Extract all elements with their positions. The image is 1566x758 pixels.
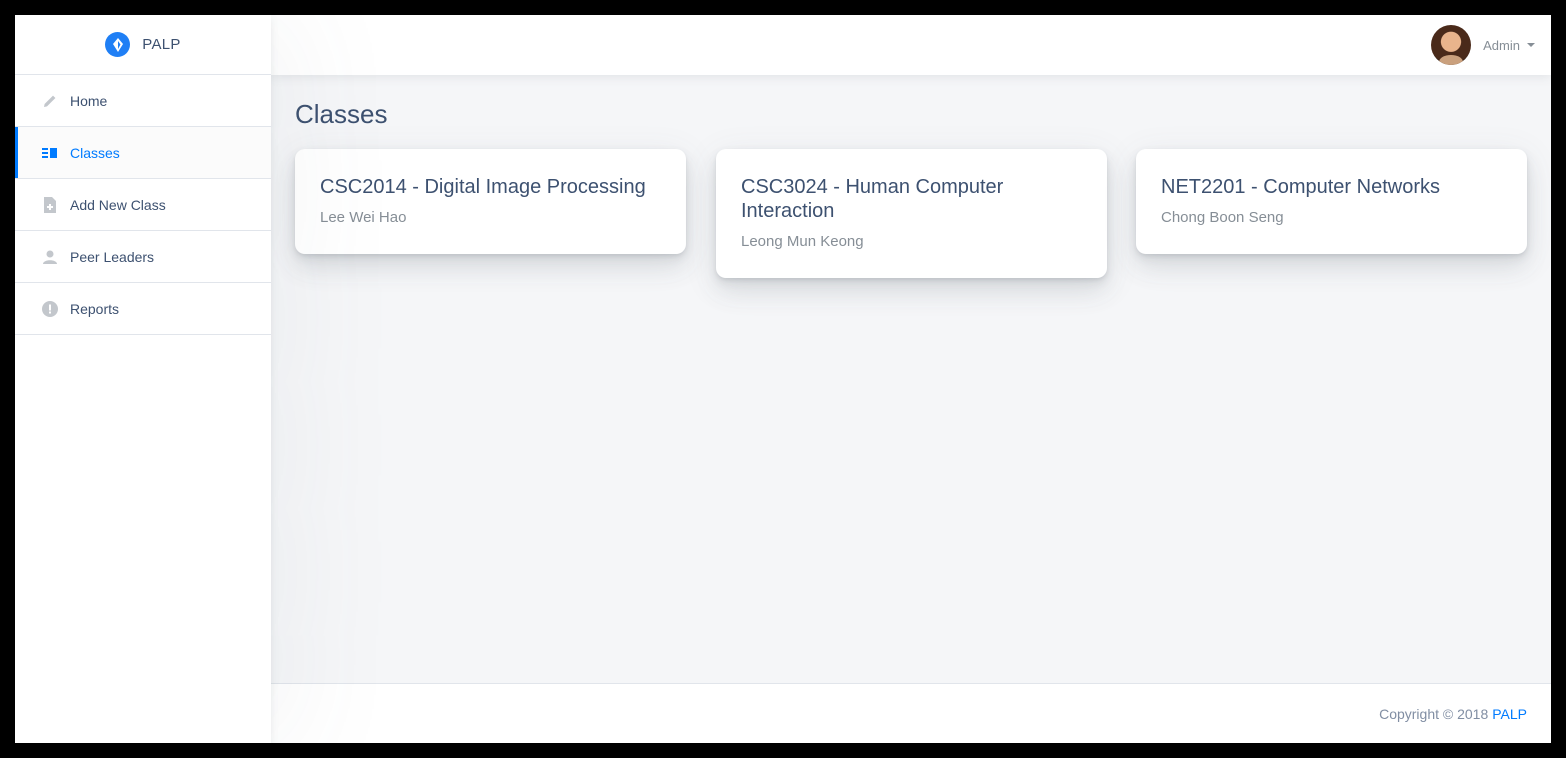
class-card[interactable]: CSC2014 - Digital Image Processing Lee W… (295, 149, 686, 254)
sidebar: PALP Home Classes Add New Class Peer Lea (15, 15, 271, 743)
sidebar-item-home[interactable]: Home (15, 75, 271, 127)
sidebar-item-add-new-class[interactable]: Add New Class (15, 179, 271, 231)
sidebar-item-label: Reports (70, 300, 120, 317)
brand[interactable]: PALP (15, 15, 271, 75)
list-icon (42, 145, 58, 161)
sidebar-item-peer-leaders[interactable]: Peer Leaders (15, 231, 271, 283)
sidebar-item-label: Home (70, 92, 108, 109)
class-title: NET2201 - Computer Networks (1161, 176, 1440, 198)
class-card[interactable]: NET2201 - Computer Networks Chong Boon S… (1136, 149, 1527, 254)
user-name: Admin (1483, 37, 1520, 53)
page-title: Classes (295, 99, 388, 129)
person-icon (42, 249, 58, 265)
sidebar-item-label: Add New Class (70, 196, 166, 213)
chevron-down-icon (1527, 43, 1535, 47)
brand-name: PALP (142, 36, 181, 53)
sidebar-item-label: Peer Leaders (70, 248, 155, 265)
avatar (1431, 25, 1472, 65)
pencil-icon (42, 93, 58, 109)
class-card[interactable]: CSC3024 - Human Computer Interaction Leo… (716, 149, 1107, 278)
user-menu[interactable]: Admin (1431, 25, 1535, 65)
class-lecturer: Leong Mun Keong (741, 233, 864, 250)
footer: Copyright © 2018 PALP (271, 683, 1551, 743)
sidebar-item-label: Classes (70, 144, 120, 161)
class-title: CSC2014 - Digital Image Processing (320, 176, 646, 198)
error-icon (42, 300, 58, 317)
copyright-text: Copyright © 2018 (1379, 705, 1489, 722)
top-navbar: Admin (271, 15, 1551, 75)
app-window: PALP Home Classes Add New Class Peer Lea (15, 15, 1551, 743)
class-lecturer: Lee Wei Hao (320, 209, 407, 226)
sidebar-item-classes[interactable]: Classes (15, 127, 271, 179)
palp-logo-icon (105, 32, 131, 57)
note-add-icon (42, 196, 58, 213)
class-title: CSC3024 - Human Computer Interaction (741, 176, 1004, 222)
footer-palp-link[interactable]: PALP (1492, 706, 1527, 722)
class-lecturer: Chong Boon Seng (1161, 209, 1284, 226)
sidebar-item-reports[interactable]: Reports (15, 283, 271, 335)
